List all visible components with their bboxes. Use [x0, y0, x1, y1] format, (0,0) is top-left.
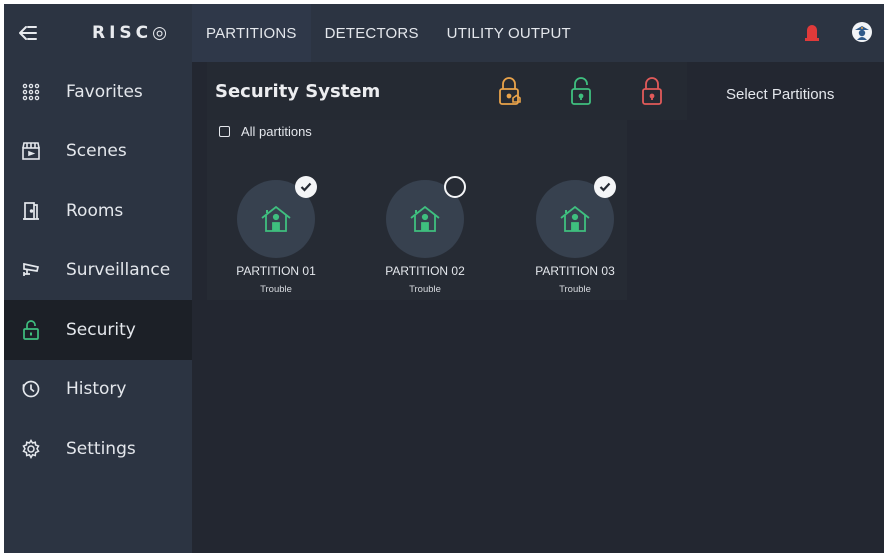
sidebar-item-settings[interactable]: Settings — [4, 419, 192, 479]
alarm-siren-icon[interactable] — [800, 20, 824, 44]
partition-status: Trouble — [260, 284, 292, 295]
partition-status: Trouble — [559, 284, 591, 295]
sidebar-item-label: Security — [66, 319, 136, 340]
partition-name: PARTITION 03 — [535, 264, 615, 278]
sidebar: RISC◎ Favorites Scenes Rooms Surveillanc… — [4, 4, 192, 553]
top-tab-bar: PARTITIONS DETECTORS UTILITY OUTPUT — [192, 4, 884, 62]
sidebar-item-rooms[interactable]: Rooms — [4, 181, 192, 241]
tab-utility-output[interactable]: UTILITY OUTPUT — [433, 4, 585, 62]
sidebar-item-label: Settings — [66, 438, 136, 459]
partition-unselected-circle-icon[interactable] — [444, 176, 466, 198]
partition-name: PARTITION 02 — [385, 264, 465, 278]
partition-status: Trouble — [409, 284, 441, 295]
sidebar-item-label: Favorites — [66, 81, 143, 102]
sidebar-header: RISC◎ — [4, 4, 192, 62]
sidebar-item-label: Surveillance — [66, 260, 171, 281]
partition-selected-check-icon[interactable] — [295, 176, 317, 198]
lock-icon — [20, 319, 42, 341]
sidebar-item-history[interactable]: History — [4, 360, 192, 420]
all-partitions-label: All partitions — [241, 124, 312, 139]
select-partitions-button[interactable]: Select Partitions — [726, 86, 834, 103]
partial-arm-lock-icon[interactable] — [496, 76, 524, 108]
house-person-icon — [261, 205, 291, 232]
sidebar-item-label: History — [66, 379, 127, 400]
partition-name: PARTITION 01 — [236, 264, 316, 278]
checkbox-box[interactable] — [219, 126, 230, 137]
partition-selected-check-icon[interactable] — [594, 176, 616, 198]
clapperboard-icon — [20, 140, 42, 162]
grid-dots-icon — [20, 81, 42, 103]
sidebar-item-favorites[interactable]: Favorites — [4, 62, 192, 122]
sidebar-item-label: Rooms — [66, 200, 124, 221]
sidebar-item-scenes[interactable]: Scenes — [4, 122, 192, 182]
partitions-panel: All partitions PARTITION 01 Trouble PART… — [207, 120, 627, 300]
house-person-icon — [410, 205, 440, 232]
partition-card-01[interactable]: PARTITION 01 Trouble — [211, 176, 331, 300]
back-arrow-icon[interactable] — [18, 22, 40, 44]
app-window: RISC◎ Favorites Scenes Rooms Surveillanc… — [4, 4, 884, 553]
house-person-icon — [560, 205, 590, 232]
security-header: Security System — [207, 62, 687, 120]
partition-card-02[interactable]: PARTITION 02 Trouble — [360, 176, 480, 300]
top-right-icons — [800, 20, 874, 44]
tab-detectors[interactable]: DETECTORS — [311, 4, 433, 62]
page-title: Security System — [215, 80, 381, 102]
door-icon — [20, 200, 42, 222]
sidebar-item-security[interactable]: Security — [4, 300, 192, 360]
disarm-unlock-icon[interactable] — [567, 76, 595, 108]
user-avatar-icon[interactable] — [850, 20, 874, 44]
clock-icon — [20, 378, 42, 400]
sidebar-nav: Favorites Scenes Rooms Surveillance Secu… — [4, 62, 192, 479]
gear-icon — [20, 438, 42, 460]
tab-partitions[interactable]: PARTITIONS — [192, 4, 311, 62]
camera-icon — [20, 259, 42, 281]
full-arm-lock-icon[interactable] — [638, 76, 666, 108]
sidebar-item-label: Scenes — [66, 141, 127, 162]
sidebar-item-surveillance[interactable]: Surveillance — [4, 241, 192, 301]
risco-logo: RISC◎ — [92, 23, 171, 43]
partition-card-03[interactable]: PARTITION 03 Trouble — [510, 176, 630, 300]
all-partitions-checkbox[interactable]: All partitions — [219, 124, 312, 139]
